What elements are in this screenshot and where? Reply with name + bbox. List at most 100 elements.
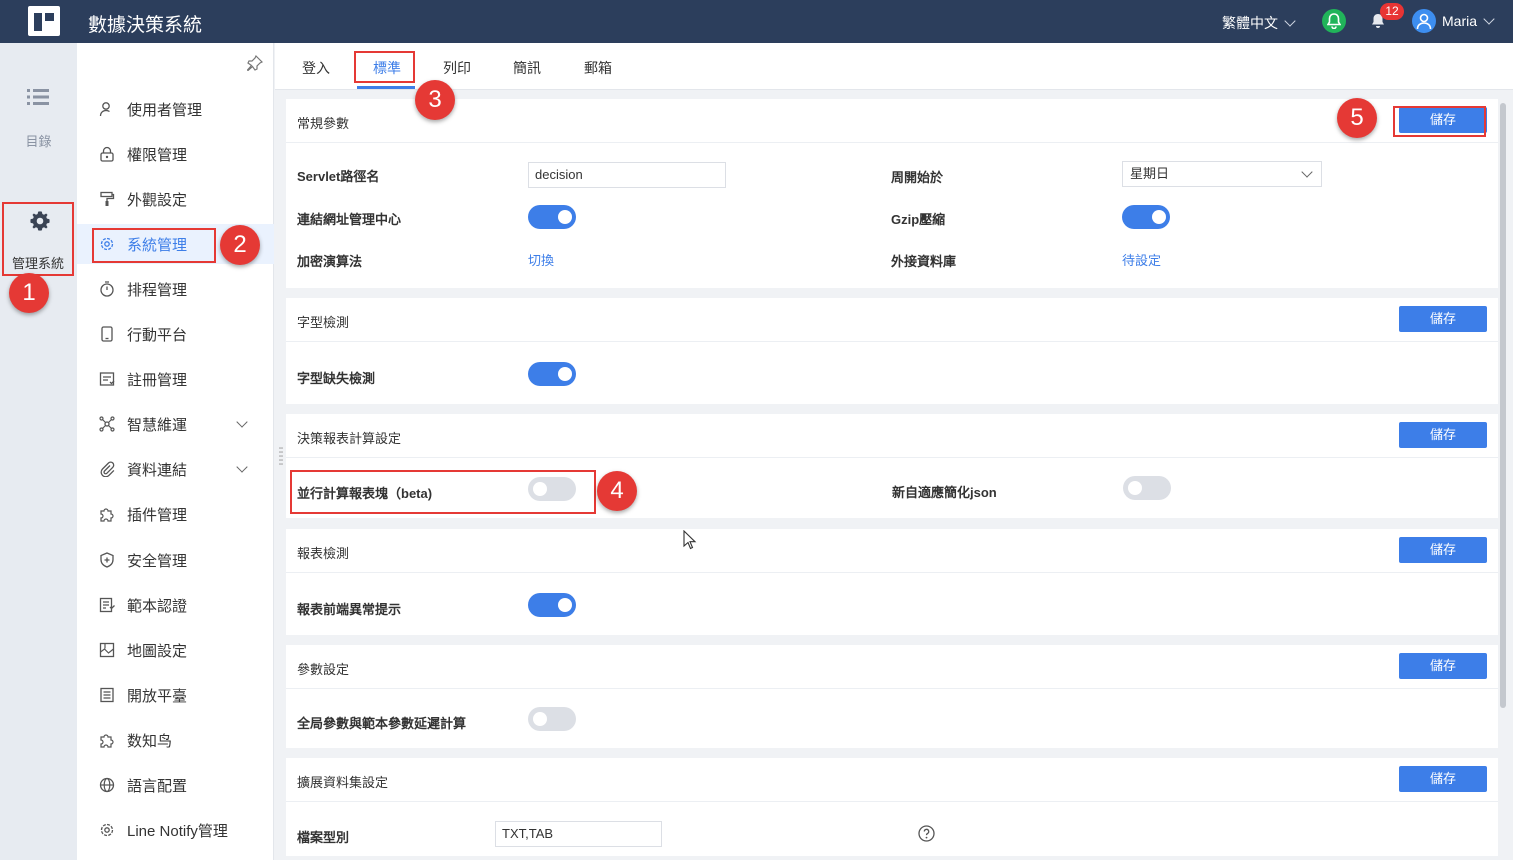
external-db-link[interactable]: 待設定 — [1122, 250, 1161, 269]
menu-item-shuzhiniao[interactable]: 数知鸟 — [77, 720, 274, 760]
week-start-select[interactable]: 星期日 — [1122, 161, 1322, 187]
menu-item-map-settings[interactable]: 地圖設定 — [77, 630, 274, 670]
encrypt-label: 加密演算法 — [297, 254, 363, 269]
green-bell-icon[interactable] — [1322, 9, 1346, 33]
menu-item-data-connection[interactable]: 資料連結 — [77, 449, 274, 489]
help-icon[interactable] — [918, 825, 935, 842]
admin-system-nav[interactable]: 管理系統 — [2, 202, 74, 276]
param-delay-toggle[interactable] — [528, 707, 576, 731]
gzip-label: Gzip壓縮 — [891, 212, 946, 227]
user-name: Maria — [1442, 13, 1478, 29]
user-avatar-icon[interactable] — [1412, 9, 1436, 33]
menu-item-label: 語言配置 — [127, 777, 188, 795]
frontend-error-toggle[interactable] — [528, 593, 576, 617]
servlet-label: Servlet路徑名 — [297, 169, 380, 184]
menu-item-appearance[interactable]: 外觀設定 — [77, 179, 274, 219]
param-delay-label: 全局參數與範本參數延遲計算 — [297, 716, 467, 731]
menu-item-label: 註冊管理 — [127, 371, 188, 389]
font-missing-toggle[interactable] — [528, 362, 576, 386]
save-button[interactable]: 儲存 — [1399, 766, 1487, 792]
section-title: 擴展資料集設定 — [297, 775, 389, 790]
section-title: 決策報表計算設定 — [297, 431, 402, 446]
menu-item-mobile-platform[interactable]: 行動平台 — [77, 314, 274, 354]
user-menu[interactable]: Maria — [1442, 13, 1495, 29]
section-header: 決策報表計算設定 儲存 — [286, 414, 1498, 458]
tab-print[interactable]: 列印 — [443, 58, 471, 78]
menu-item-label: 行動平台 — [127, 326, 188, 344]
general-params-section: 常規參數 儲存 Servlet路徑名 decision 周開始於 星期日 連結網… — [286, 99, 1498, 288]
mouse-cursor-icon — [683, 530, 697, 550]
section-header: 參數設定 儲存 — [286, 645, 1498, 689]
menu-item-label: 数知鸟 — [127, 732, 173, 750]
annotation-box-system-management — [92, 228, 216, 263]
dataset-settings-section: 擴展資料集設定 儲存 檔案型別 TXT,TAB — [286, 758, 1498, 856]
menu-item-label: 智慧維運 — [127, 416, 188, 434]
menu-item-label: 開放平臺 — [127, 687, 188, 705]
annotation-box-standard-tab — [354, 51, 415, 83]
annotation-box-parallel — [290, 470, 596, 514]
app-logo-icon[interactable] — [28, 6, 60, 36]
puzzle-icon — [100, 508, 114, 522]
menu-item-permission-management[interactable]: 權限管理 — [77, 134, 274, 174]
section-header: 字型檢測 儲存 — [286, 298, 1498, 342]
menu-item-smart-ops[interactable]: 智慧維運 — [77, 404, 274, 444]
frontend-error-label: 報表前端異常提示 — [297, 602, 402, 617]
report-check-section: 報表檢測 儲存 報表前端異常提示 — [286, 529, 1498, 635]
callout-1: 1 — [9, 273, 49, 313]
url-center-label: 連結網址管理中心 — [297, 212, 402, 227]
save-button[interactable]: 儲存 — [1399, 537, 1487, 563]
menu-item-label: Line Notify管理 — [127, 822, 228, 840]
list-icon[interactable] — [27, 88, 49, 106]
url-center-toggle[interactable] — [528, 205, 576, 229]
gzip-toggle[interactable] — [1122, 205, 1170, 229]
menu-item-label: 地圖設定 — [127, 642, 188, 660]
menu-item-line-notify[interactable]: Line Notify管理 — [77, 810, 274, 850]
menu-item-plugin[interactable]: 插件管理 — [77, 494, 274, 534]
puzzle-icon — [100, 734, 114, 748]
gear-icon — [100, 823, 114, 837]
save-button[interactable]: 儲存 — [1399, 653, 1487, 679]
menu-item-user-management[interactable]: 使用者管理 — [77, 89, 274, 129]
menu-item-label: 範本認證 — [127, 597, 188, 615]
drag-handle-icon[interactable] — [279, 447, 283, 465]
file-type-input[interactable]: TXT,TAB — [495, 821, 662, 847]
adaptive-json-toggle[interactable] — [1123, 476, 1171, 500]
file-type-label: 檔案型別 — [297, 830, 350, 845]
section-header: 報表檢測 儲存 — [286, 529, 1498, 573]
section-title: 報表檢測 — [297, 546, 350, 561]
user-icon — [99, 102, 110, 117]
vertical-scrollbar[interactable] — [1500, 103, 1506, 708]
menu-item-security[interactable]: 安全管理 — [77, 540, 274, 580]
callout-3: 3 — [415, 80, 455, 120]
directory-label[interactable]: 目錄 — [0, 131, 77, 150]
section-title: 參數設定 — [297, 662, 350, 677]
menu-item-template-auth[interactable]: 範本認證 — [77, 585, 274, 625]
language-selector[interactable]: 繁體中文 — [1222, 13, 1296, 33]
servlet-input[interactable]: decision — [528, 162, 726, 188]
pin-icon[interactable] — [247, 55, 263, 71]
menu-item-schedule[interactable]: 排程管理 — [77, 269, 274, 309]
menu-item-label: 排程管理 — [127, 281, 188, 299]
section-header: 常規參數 儲存 — [286, 99, 1498, 143]
encrypt-switch-link[interactable]: 切換 — [528, 250, 554, 269]
tab-sms[interactable]: 簡訊 — [513, 58, 541, 78]
sub-menu: 使用者管理 權限管理 外觀設定 系統管理 排程管理 行動平台 註冊管理 智慧維運… — [77, 43, 274, 860]
menu-item-open-platform[interactable]: 開放平臺 — [77, 675, 274, 715]
globe-icon — [99, 777, 115, 793]
adaptive-json-label: 新自適應簡化json — [892, 485, 997, 500]
mobile-icon — [101, 326, 113, 342]
chevron-down-icon — [236, 461, 248, 473]
chevron-down-icon — [1284, 15, 1296, 27]
save-button[interactable]: 儲存 — [1399, 306, 1487, 332]
paint-roller-icon — [100, 191, 115, 206]
top-bar: 數據決策系統 繁體中文 12 Maria — [0, 0, 1513, 43]
menu-item-language-config[interactable]: 語言配置 — [77, 765, 274, 805]
active-tab-indicator — [357, 86, 415, 89]
menu-item-label: 資料連結 — [127, 461, 188, 479]
tab-login[interactable]: 登入 — [302, 58, 330, 78]
tab-email[interactable]: 郵箱 — [584, 58, 612, 78]
section-header: 擴展資料集設定 儲存 — [286, 758, 1498, 802]
menu-item-registration[interactable]: 註冊管理 — [77, 359, 274, 399]
font-check-section: 字型檢測 儲存 字型缺失檢測 — [286, 298, 1498, 404]
save-button[interactable]: 儲存 — [1399, 422, 1487, 448]
